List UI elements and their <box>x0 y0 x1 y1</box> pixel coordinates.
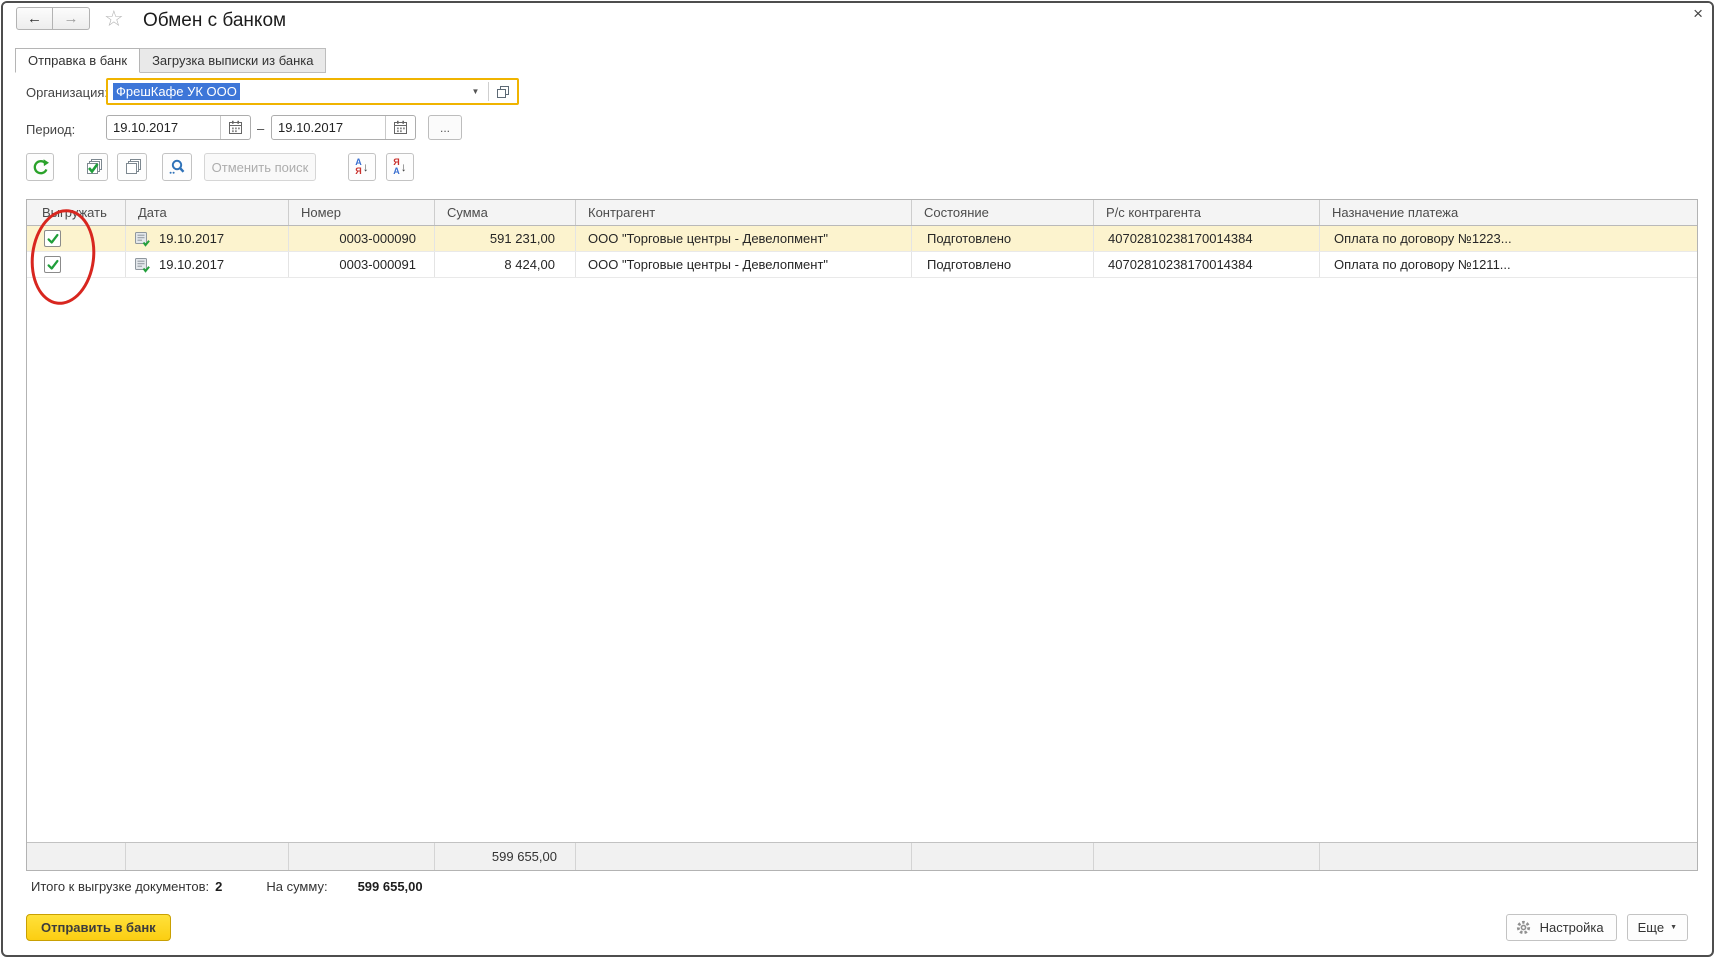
search-button[interactable] <box>162 153 192 181</box>
document-icon <box>134 231 151 247</box>
bank-exchange-window: ← → ☆ Обмен с банком × Отправка в банк З… <box>1 1 1714 957</box>
period-to-value[interactable]: 19.10.2017 <box>272 116 385 139</box>
top-bar: ← → ☆ Обмен с банком × <box>3 3 1712 43</box>
table-header: Выгружать Дата Номер Сумма Контрагент Со… <box>27 200 1697 226</box>
column-header-status[interactable]: Состояние <box>912 200 1094 225</box>
back-arrow-icon: ← <box>27 10 42 27</box>
calendar-icon[interactable] <box>220 116 250 139</box>
date-value: 19.10.2017 <box>159 257 224 272</box>
table-totals-row: 599 655,00 <box>27 842 1697 870</box>
tab-label: Загрузка выписки из банка <box>152 53 313 68</box>
column-header-counterparty[interactable]: Контрагент <box>576 200 912 225</box>
favorite-star-icon[interactable]: ☆ <box>104 6 124 32</box>
chevron-down-icon: ▼ <box>1670 924 1677 931</box>
sort-descending-button[interactable]: Я А ↓ <box>386 153 414 181</box>
checkmark-icon <box>46 258 60 272</box>
column-header-purpose[interactable]: Назначение платежа <box>1320 200 1697 225</box>
clear-all-flags-button[interactable] <box>117 153 147 181</box>
gear-icon <box>1515 919 1532 936</box>
chevron-down-icon[interactable]: ▼ <box>463 80 488 103</box>
organization-selected-text: ФрешКафе УК ООО <box>113 83 240 100</box>
column-header-amount[interactable]: Сумма <box>435 200 576 225</box>
table-empty-area <box>27 278 1697 842</box>
sort-az-icon: А Я ↓ <box>355 158 369 176</box>
tab-bar: Отправка в банк Загрузка выписки из банк… <box>15 48 326 73</box>
send-to-bank-button[interactable]: Отправить в банк <box>26 914 171 941</box>
date-value: 19.10.2017 <box>159 231 224 246</box>
open-in-new-icon[interactable] <box>489 80 517 103</box>
cell-number: 0003-000090 <box>289 226 435 251</box>
tab-label: Отправка в банк <box>28 53 127 68</box>
cancel-search-button[interactable]: Отменить поиск <box>204 153 316 181</box>
table-row[interactable]: 19.10.2017 0003-000091 8 424,00 ООО "Тор… <box>27 252 1697 278</box>
nav-buttons: ← → <box>16 7 90 30</box>
organization-combobox[interactable]: ФрешКафе УК ООО ▼ <box>106 78 519 105</box>
docs-total-label: Итого к выгрузке документов: <box>31 879 209 894</box>
cell-purpose: Оплата по договору №1223... <box>1320 226 1697 251</box>
organization-value[interactable]: ФрешКафе УК ООО <box>108 80 463 103</box>
cell-amount: 591 231,00 <box>435 226 576 251</box>
total-amount-cell: 599 655,00 <box>435 843 576 870</box>
column-header-date[interactable]: Дата <box>126 200 289 225</box>
summary-line: Итого к выгрузке документов: 2 На сумму:… <box>31 879 423 894</box>
column-header-account[interactable]: Р/с контрагента <box>1094 200 1320 225</box>
cell-number: 0003-000091 <box>289 252 435 277</box>
cell-amount: 8 424,00 <box>435 252 576 277</box>
back-button[interactable]: ← <box>16 7 53 30</box>
more-button[interactable]: Еще ▼ <box>1627 914 1688 941</box>
cell-date: 19.10.2017 <box>126 226 289 251</box>
tab-send-to-bank[interactable]: Отправка в банк <box>15 48 140 73</box>
column-header-number[interactable]: Номер <box>289 200 435 225</box>
cell-export <box>27 226 126 251</box>
cell-counterparty: ООО "Торговые центры - Девелопмент" <box>576 252 912 277</box>
uncheck-all-icon <box>122 157 143 177</box>
calendar-icon[interactable] <box>385 116 415 139</box>
page-title: Обмен с банком <box>143 10 286 32</box>
forward-arrow-icon: → <box>64 10 79 27</box>
sort-ascending-button[interactable]: А Я ↓ <box>348 153 376 181</box>
cell-counterparty: ООО "Торговые центры - Девелопмент" <box>576 226 912 251</box>
refresh-button[interactable] <box>26 153 54 181</box>
checkmark-icon <box>46 232 60 246</box>
footer-right-buttons: Настройка Еще ▼ <box>1506 914 1688 941</box>
check-all-icon <box>83 157 104 177</box>
cell-status: Подготовлено <box>912 226 1094 251</box>
period-to-field[interactable]: 19.10.2017 <box>271 115 416 140</box>
period-from-value[interactable]: 19.10.2017 <box>107 116 220 139</box>
table-row[interactable]: 19.10.2017 0003-000090 591 231,00 ООО "Т… <box>27 226 1697 252</box>
amount-total-label: На сумму: <box>266 879 327 894</box>
forward-button[interactable]: → <box>53 7 90 30</box>
settings-button[interactable]: Настройка <box>1506 914 1617 941</box>
more-label: Еще <box>1638 920 1664 935</box>
cell-status: Подготовлено <box>912 252 1094 277</box>
cell-account: 40702810238170014384 <box>1094 252 1320 277</box>
cell-purpose: Оплата по договору №1211... <box>1320 252 1697 277</box>
refresh-icon <box>31 158 50 177</box>
set-all-flags-button[interactable] <box>78 153 108 181</box>
search-icon <box>168 158 186 176</box>
row-checkbox-checked[interactable] <box>44 256 61 273</box>
tab-load-statement[interactable]: Загрузка выписки из банка <box>140 48 326 73</box>
organization-label: Организация: <box>26 85 108 100</box>
document-icon <box>134 257 151 273</box>
cell-export <box>27 252 126 277</box>
column-header-export[interactable]: Выгружать <box>27 200 126 225</box>
row-checkbox-checked[interactable] <box>44 230 61 247</box>
cell-account: 40702810238170014384 <box>1094 226 1320 251</box>
period-from-field[interactable]: 19.10.2017 <box>106 115 251 140</box>
period-label: Период: <box>26 122 75 137</box>
sort-za-icon: Я А ↓ <box>393 158 407 176</box>
cell-date: 19.10.2017 <box>126 252 289 277</box>
documents-table: Выгружать Дата Номер Сумма Контрагент Со… <box>26 199 1698 871</box>
list-toolbar: Отменить поиск А Я ↓ Я А ↓ <box>26 153 414 181</box>
settings-label: Настройка <box>1540 920 1604 935</box>
period-dash: – <box>257 121 264 136</box>
docs-total-count: 2 <box>215 879 222 894</box>
period-more-button[interactable]: ... <box>428 115 462 140</box>
amount-total-value: 599 655,00 <box>358 879 423 894</box>
close-icon[interactable]: × <box>1693 5 1703 22</box>
